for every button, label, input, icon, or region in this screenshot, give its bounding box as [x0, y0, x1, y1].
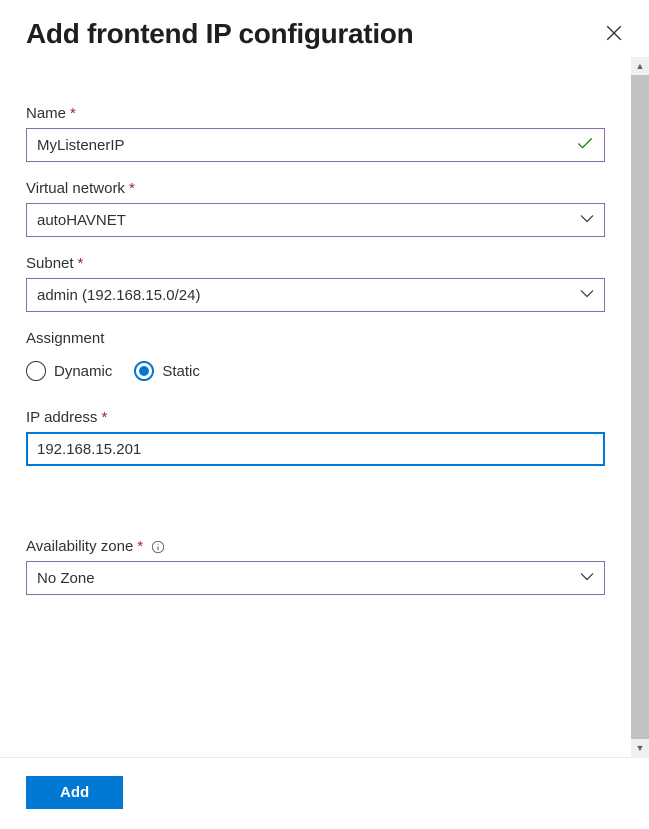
checkmark-icon — [575, 134, 595, 157]
vnet-label: Virtual network * — [26, 180, 135, 197]
subnet-select[interactable]: admin (192.168.15.0/24) — [26, 278, 605, 312]
required-asterisk: * — [101, 409, 107, 426]
required-asterisk: * — [70, 105, 76, 122]
label-text: Subnet — [26, 255, 74, 272]
field-availability-zone: Availability zone * No Zone — [26, 538, 605, 595]
scrollbar[interactable]: ▲ ▼ — [631, 57, 649, 757]
page-title: Add frontend IP configuration — [26, 18, 413, 50]
zone-label: Availability zone * — [26, 538, 165, 555]
vnet-value: autoHAVNET — [37, 212, 126, 229]
scroll-down-icon[interactable]: ▼ — [631, 739, 649, 757]
label-text: Availability zone — [26, 538, 133, 555]
ip-address-input[interactable] — [26, 432, 605, 466]
radio-dot-icon — [139, 366, 149, 376]
field-ip-address: IP address * — [26, 409, 605, 466]
label-text: Name — [26, 105, 66, 122]
label-text: Virtual network — [26, 180, 125, 197]
field-assignment: Assignment Dynamic Static — [26, 330, 605, 381]
radio-circle-icon — [134, 361, 154, 381]
scroll-thumb[interactable] — [631, 75, 649, 739]
scroll-up-icon[interactable]: ▲ — [631, 57, 649, 75]
info-icon[interactable] — [151, 540, 165, 554]
panel-footer: Add — [0, 757, 649, 829]
radio-circle-icon — [26, 361, 46, 381]
required-asterisk: * — [129, 180, 135, 197]
label-text: IP address — [26, 409, 97, 426]
subnet-label: Subnet * — [26, 255, 83, 272]
zone-select[interactable]: No Zone — [26, 561, 605, 595]
field-name: Name * — [26, 105, 605, 162]
close-button[interactable] — [599, 18, 629, 51]
radio-label-dynamic: Dynamic — [54, 363, 112, 380]
form-content: Name * Virtual network * — [0, 57, 631, 757]
radio-static[interactable]: Static — [134, 361, 200, 381]
field-virtual-network: Virtual network * autoHAVNET — [26, 180, 605, 237]
radio-label-static: Static — [162, 363, 200, 380]
assignment-label: Assignment — [26, 330, 104, 347]
add-button[interactable]: Add — [26, 776, 123, 809]
field-subnet: Subnet * admin (192.168.15.0/24) — [26, 255, 605, 312]
name-input[interactable] — [26, 128, 605, 162]
radio-dynamic[interactable]: Dynamic — [26, 361, 112, 381]
required-asterisk: * — [78, 255, 84, 272]
close-icon — [605, 30, 623, 45]
vnet-select[interactable]: autoHAVNET — [26, 203, 605, 237]
required-asterisk: * — [137, 538, 143, 555]
subnet-value: admin (192.168.15.0/24) — [37, 287, 200, 304]
zone-value: No Zone — [37, 570, 95, 587]
name-label: Name * — [26, 105, 76, 122]
label-text: Assignment — [26, 330, 104, 347]
ip-label: IP address * — [26, 409, 107, 426]
panel-header: Add frontend IP configuration — [0, 0, 649, 57]
